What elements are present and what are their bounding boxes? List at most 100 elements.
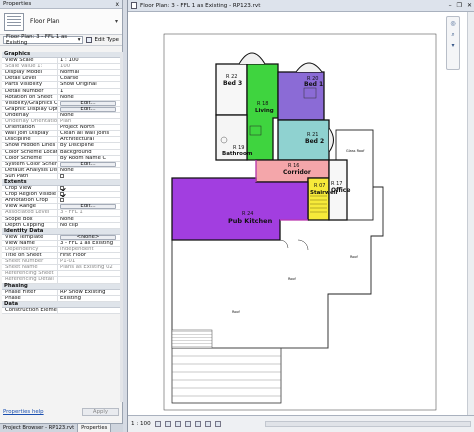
sun-path-icon[interactable]	[174, 421, 181, 427]
property-value[interactable]: By Room Name C	[58, 156, 121, 161]
property-value[interactable]: No clip	[58, 223, 121, 228]
show-crop-region-icon[interactable]	[204, 421, 211, 427]
tab-project-browser[interactable]: Project Browser - RP123.rvt	[0, 424, 79, 432]
property-name: Phase Filter	[2, 289, 58, 295]
property-name: Visibility/Graphics Ove...	[2, 100, 58, 106]
properties-panel: Properties x Floor Plan ▾ Floor Plan: 3 …	[0, 0, 123, 432]
property-value[interactable]: Normal	[58, 70, 121, 75]
instance-selector[interactable]: Floor Plan: 3 - FFL 1 as Existing ▾	[3, 34, 84, 46]
property-value[interactable]: Clean all wall joins	[58, 131, 121, 136]
room-name-bed3: Bed 3	[223, 80, 242, 87]
bay-window-2	[295, 62, 323, 73]
property-value[interactable]: Architectural	[58, 137, 121, 142]
edit-button[interactable]: Edit...	[60, 204, 116, 210]
bottom-tabs: Project Browser - RP123.rvt Properties	[0, 423, 123, 432]
property-name: View Range	[2, 204, 58, 210]
property-name: Orientation	[2, 125, 58, 131]
room-name-office: Office	[331, 187, 350, 194]
property-value[interactable]	[58, 198, 121, 203]
property-value[interactable]: RP Show Existing	[58, 290, 121, 295]
properties-titlebar: Properties x	[0, 0, 122, 9]
property-name: Rotation on Sheet	[2, 94, 58, 100]
edit-type-label: Edit Type	[94, 37, 119, 43]
property-name: Annotation Crop	[2, 198, 58, 204]
restore-icon[interactable]: ❐	[457, 2, 462, 9]
property-value[interactable]	[58, 192, 121, 197]
edit-button[interactable]: <None>	[60, 234, 116, 240]
edit-button[interactable]: Edit...	[60, 106, 116, 112]
document-icon	[131, 2, 137, 9]
property-row[interactable]: Construction Element	[2, 307, 121, 315]
property-name: Associated Level	[2, 210, 58, 216]
property-name: Scope Box	[2, 216, 58, 222]
view-scale[interactable]: 1 : 100	[131, 421, 151, 427]
property-name: Wall Join Display	[2, 131, 58, 137]
room-name-bed1: Bed 1	[304, 81, 323, 88]
checkbox[interactable]	[60, 186, 64, 191]
property-value[interactable]: Edit...	[58, 100, 121, 106]
property-value[interactable]: <None>	[58, 234, 121, 240]
close-icon[interactable]: x	[115, 1, 119, 8]
property-name: Title on Sheet	[2, 253, 58, 259]
minimize-icon[interactable]: –	[449, 2, 452, 9]
bay-window-1	[238, 52, 266, 65]
view-tab-title: Floor Plan: 3 - FFL 1 as Existing - RP12…	[140, 2, 261, 9]
hide-isolate-icon[interactable]	[214, 421, 221, 427]
crop-view-icon[interactable]	[194, 421, 201, 427]
property-name: Crop View	[2, 186, 58, 192]
property-value[interactable]: Background	[58, 150, 121, 155]
property-value[interactable]: First Floor	[58, 253, 121, 258]
checkbox[interactable]	[60, 173, 64, 178]
window-controls: – ❐ ✕	[449, 2, 472, 9]
apply-button[interactable]: Apply	[82, 408, 119, 416]
detail-level-icon[interactable]	[154, 421, 161, 427]
room-name-bathroom: Bathroom	[222, 151, 253, 157]
property-value[interactable]: Existing	[58, 296, 121, 301]
annotation-roof-1: Roof	[350, 255, 359, 259]
property-value: P1-01	[60, 259, 76, 265]
view-tab[interactable]: Floor Plan: 3 - FFL 1 as Existing - RP12…	[128, 0, 474, 12]
property-value[interactable]: None	[58, 95, 121, 100]
type-selector[interactable]: Floor Plan ▾	[0, 9, 122, 35]
edit-button[interactable]: Edit...	[60, 161, 116, 167]
vertical-scrollbar[interactable]	[467, 12, 474, 415]
property-value[interactable]: Edit...	[58, 161, 121, 167]
property-value[interactable]	[58, 173, 121, 179]
zoom-icon[interactable]: ⌕	[451, 31, 454, 38]
edit-type-button[interactable]: Edit Type	[86, 37, 119, 43]
floor-plan-canvas[interactable]: R 22 Bed 3 R 18 Living R 20 Bed 1 R 21 B…	[128, 12, 474, 415]
annotation-roof-2: Roof	[288, 277, 297, 281]
property-name: Crop Region Visible	[2, 192, 58, 198]
property-value[interactable]: 3 - FFL 1 as Existing	[58, 241, 121, 246]
properties-help-link[interactable]: Properties help	[3, 409, 44, 415]
property-value[interactable]: None	[58, 217, 121, 222]
property-name: Show Hidden Lines	[2, 143, 58, 149]
close-icon[interactable]: ✕	[467, 2, 472, 9]
property-value[interactable]: By Discipline	[58, 143, 121, 148]
property-value[interactable]	[58, 186, 121, 191]
visual-style-icon[interactable]	[164, 421, 171, 427]
checkbox[interactable]	[60, 192, 64, 197]
properties-scrollbar[interactable]	[120, 52, 123, 402]
property-value[interactable]: None	[58, 113, 121, 118]
property-value[interactable]: None	[58, 168, 121, 173]
chevron-down-icon: ▾	[77, 37, 81, 43]
property-value[interactable]: Edit...	[58, 106, 121, 112]
horizontal-scrollbar[interactable]	[264, 421, 471, 427]
tab-properties[interactable]: Properties	[78, 424, 112, 432]
steering-wheel-icon[interactable]: ◎	[450, 20, 455, 27]
chevron-down-icon[interactable]: ▾	[115, 18, 118, 25]
property-value[interactable]	[58, 308, 121, 313]
property-value[interactable]: Edit...	[58, 204, 121, 210]
property-value[interactable]: Coarse	[58, 76, 121, 81]
chevron-down-icon[interactable]: ▾	[451, 42, 454, 49]
property-value[interactable]: Show Original	[58, 82, 121, 87]
property-value[interactable]: 1	[58, 89, 121, 94]
property-value[interactable]: 1 : 100	[58, 58, 121, 63]
property-name: View Name	[2, 240, 58, 246]
shadows-icon[interactable]	[184, 421, 191, 427]
property-value[interactable]: Project North	[58, 125, 121, 130]
property-name: System Color Schemes	[2, 161, 58, 167]
edit-button[interactable]: Edit...	[60, 100, 116, 106]
checkbox[interactable]	[60, 198, 64, 203]
